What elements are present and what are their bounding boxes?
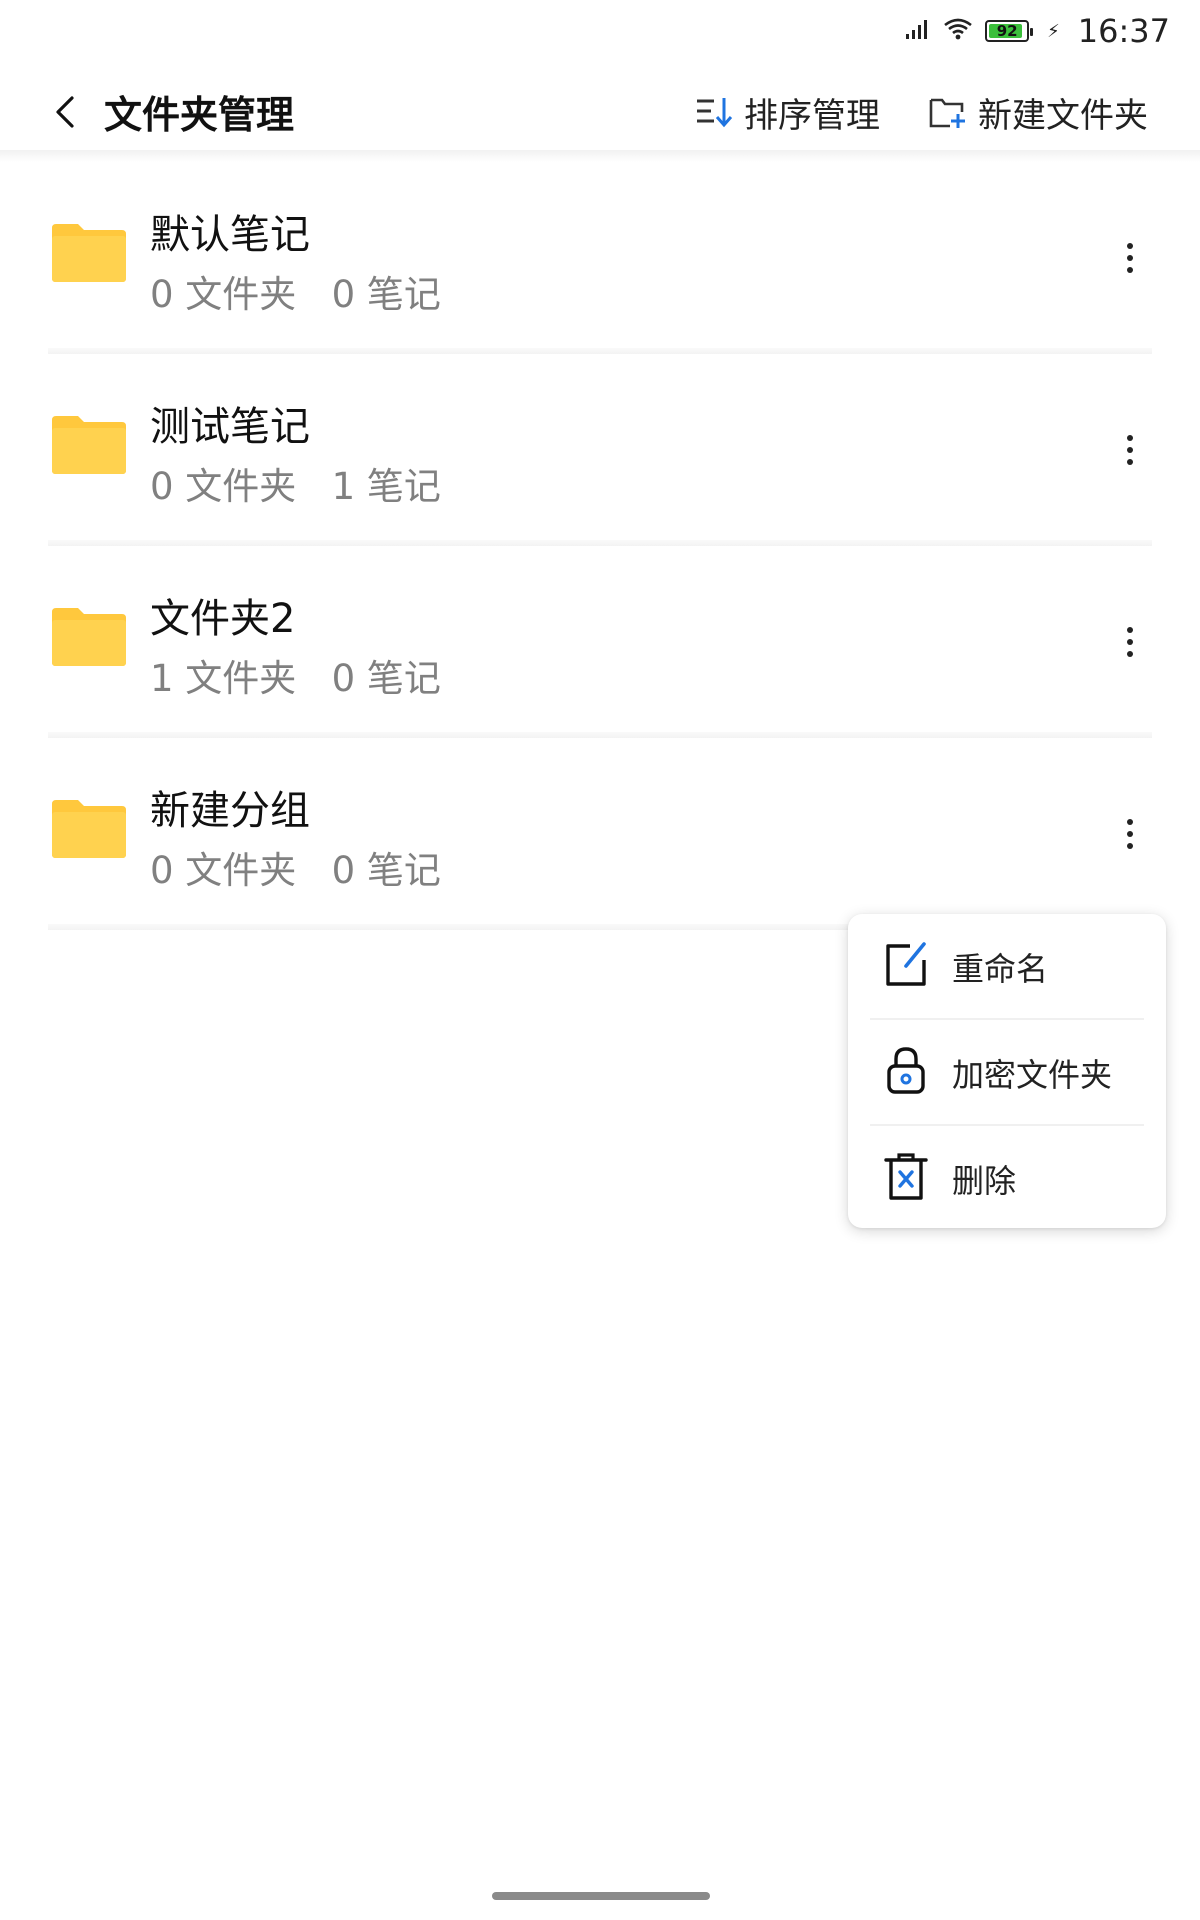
folder-icon: [52, 608, 126, 666]
status-time: 16:37: [1077, 12, 1170, 50]
signal-icon: [905, 18, 931, 44]
new-folder-icon: [929, 98, 965, 128]
status-bar: 92 ⚡ 16:37: [0, 0, 1200, 62]
more-dot: [1127, 843, 1133, 849]
more-dot: [1127, 255, 1133, 261]
folder-icon: [52, 224, 126, 282]
home-indicator[interactable]: [492, 1892, 710, 1900]
menu-item-delete[interactable]: 删除: [848, 1126, 1166, 1230]
sort-icon: [697, 98, 733, 128]
folder-icon: [52, 416, 126, 474]
more-options-button[interactable]: [1110, 804, 1150, 864]
more-dot: [1127, 243, 1133, 249]
sort-management-label: 排序管理: [744, 95, 880, 136]
trash-icon: [884, 1153, 928, 1200]
sort-management-button[interactable]: 排序管理: [694, 86, 880, 138]
folder-meta: 1 文件夹 0 笔记: [150, 657, 441, 700]
folder-list: 默认笔记 0 文件夹 0 笔记 测试笔记 0 文件夹 1 笔记 文件夹2 1 文…: [0, 162, 1200, 930]
folder-icon: [52, 800, 126, 858]
edit-icon: [886, 942, 926, 986]
toolbar-divider: [0, 150, 1200, 162]
app-toolbar: 文件夹管理 排序管理 新建文件夹: [0, 62, 1200, 162]
folder-name: 测试笔记: [150, 404, 310, 450]
folder-meta: 0 文件夹 0 笔记: [150, 273, 441, 316]
charging-icon: ⚡: [1047, 20, 1060, 42]
new-folder-label: 新建文件夹: [978, 95, 1148, 136]
new-folder-button[interactable]: 新建文件夹: [928, 86, 1148, 138]
more-dot: [1127, 627, 1133, 633]
more-dot: [1127, 651, 1133, 657]
more-dot: [1127, 819, 1133, 825]
page-title: 文件夹管理: [104, 93, 295, 137]
folder-meta: 0 文件夹 1 笔记: [150, 465, 441, 508]
folder-context-menu: 重命名 加密文件夹 删除: [848, 914, 1166, 1228]
menu-item-label: 删除: [952, 1162, 1017, 1200]
more-dot: [1127, 831, 1133, 837]
menu-item-rename[interactable]: 重命名: [848, 914, 1166, 1018]
more-dot: [1127, 447, 1133, 453]
menu-item-encrypt[interactable]: 加密文件夹: [848, 1020, 1166, 1124]
back-arrow-icon: [56, 96, 74, 128]
folder-meta: 0 文件夹 0 笔记: [150, 849, 441, 892]
folder-management-screen: 92 ⚡ 16:37 文件夹管理 排序管理 新建文件夹 默认笔记 0 文件夹 0…: [0, 0, 1200, 1920]
more-options-button[interactable]: [1110, 420, 1150, 480]
menu-item-label: 加密文件夹: [952, 1056, 1113, 1094]
lock-icon: [887, 1047, 925, 1094]
folder-name: 默认笔记: [150, 212, 310, 258]
more-dot: [1127, 267, 1133, 273]
folder-row[interactable]: 测试笔记 0 文件夹 1 笔记: [0, 354, 1200, 546]
folder-name: 文件夹2: [150, 596, 296, 642]
battery-level-text: 92: [996, 22, 1018, 40]
wifi-icon: [943, 17, 973, 45]
back-button[interactable]: [44, 90, 88, 134]
folder-row[interactable]: 文件夹2 1 文件夹 0 笔记: [0, 546, 1200, 738]
folder-row[interactable]: 新建分组 0 文件夹 0 笔记: [0, 738, 1200, 930]
more-options-button[interactable]: [1110, 228, 1150, 288]
folder-row[interactable]: 默认笔记 0 文件夹 0 笔记: [0, 162, 1200, 354]
folder-name: 新建分组: [150, 788, 310, 834]
menu-item-label: 重命名: [952, 950, 1049, 988]
more-dot: [1127, 435, 1133, 441]
more-dot: [1127, 459, 1133, 465]
battery-icon: 92: [985, 20, 1034, 42]
more-options-button[interactable]: [1110, 612, 1150, 672]
more-dot: [1127, 639, 1133, 645]
